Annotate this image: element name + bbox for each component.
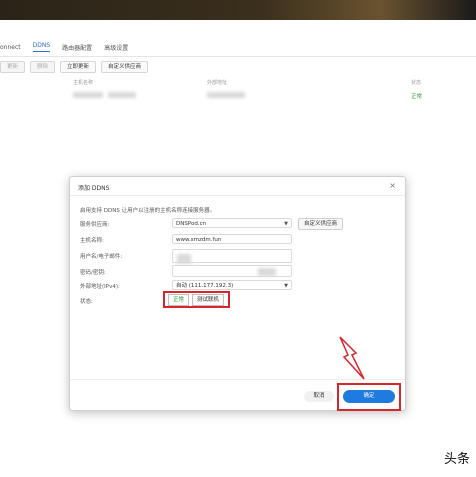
update-now-button[interactable]: 立即更新 [60, 61, 97, 73]
col-external-address: 外部地址 [207, 80, 228, 86]
password-input[interactable] [172, 265, 292, 277]
row-status: 正常 [411, 94, 423, 100]
password-label: 密码/密钥: [80, 270, 106, 276]
status-ok-badge: 正常 [168, 294, 190, 306]
watermark: 头条 [444, 452, 471, 467]
dialog-title: 添加 DDNS [78, 185, 110, 192]
username-label: 用户名/电子邮件: [80, 254, 123, 260]
tab-router-config[interactable]: 路由器配置 [62, 43, 92, 52]
hostname-label: 主机名称: [80, 238, 104, 244]
nav-divider [0, 56, 476, 57]
external-ip-value: 自动 (111.177.192.3) [176, 283, 234, 289]
refresh-button[interactable]: 更新 [0, 61, 26, 73]
chevron-down-icon: ▼ [284, 283, 288, 289]
test-connection-button[interactable]: 测试联机 [192, 294, 225, 306]
provider-value: DNSPod.cn [176, 221, 207, 227]
col-hostname: 主机名称 [73, 80, 94, 86]
cancel-button[interactable]: 取消 [304, 391, 334, 402]
blurred-hostname [73, 92, 103, 98]
username-input[interactable] [172, 249, 292, 264]
custom-provider-dialog-button[interactable]: 自定义供应商 [298, 218, 344, 230]
ok-button[interactable]: 确定 [343, 390, 395, 403]
table-header: 主机名称 外部地址 状态 [0, 79, 476, 89]
toolbar: 更新 删除 立即更新 自定义供应商 [0, 61, 149, 73]
custom-provider-button[interactable]: 自定义供应商 [101, 61, 149, 73]
chevron-down-icon: ▼ [284, 221, 288, 227]
delete-button[interactable]: 删除 [30, 61, 56, 73]
tab-quickconnect[interactable]: onnect [0, 44, 21, 51]
blurred-username [177, 254, 191, 264]
top-banner [0, 0, 476, 20]
table-row[interactable]: 正常 [0, 92, 476, 102]
blurred-address [207, 92, 245, 98]
red-arrow-icon [339, 336, 365, 380]
tab-advanced[interactable]: 高级设置 [104, 43, 128, 52]
blurred-password [258, 268, 276, 276]
dialog-description: 启用支持 DDNS 让用户以注册的主机名称连接服务器。 [80, 208, 216, 214]
col-status: 状态 [411, 80, 422, 86]
close-icon[interactable]: × [389, 181, 396, 190]
hostname-input[interactable]: www.smzdm.fun [172, 234, 292, 244]
external-ip-label: 外部地址(IPv4): [80, 284, 120, 290]
blurred-hostname-2 [108, 92, 136, 98]
tab-ddns[interactable]: DDNS [32, 42, 51, 52]
provider-select[interactable]: DNSPod.cn ▼ [172, 218, 292, 228]
dialog-divider [70, 195, 405, 196]
external-ip-select[interactable]: 自动 (111.177.192.3) ▼ [172, 280, 292, 290]
status-label: 状态: [80, 299, 93, 305]
provider-label: 服务供应商: [80, 222, 110, 228]
tab-bar: onnect DDNS 路由器配置 高级设置 [0, 40, 476, 54]
